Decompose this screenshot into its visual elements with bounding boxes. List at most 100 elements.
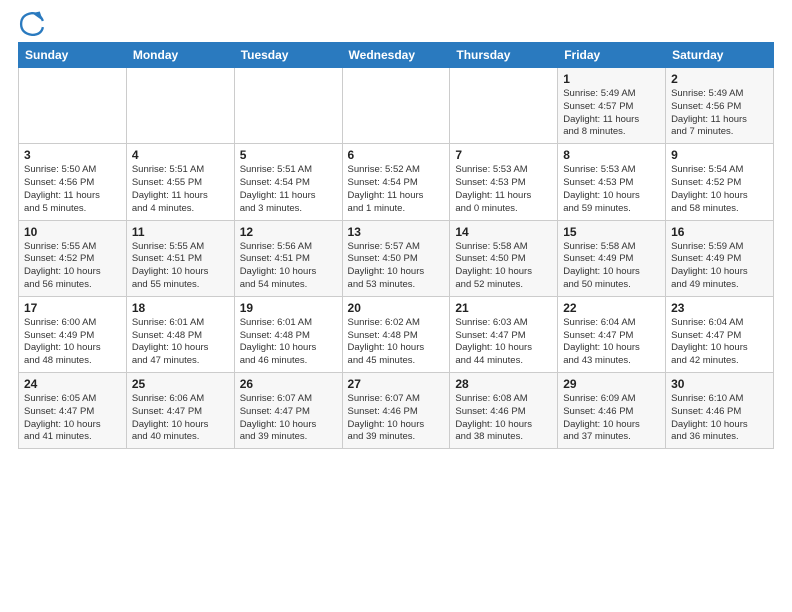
calendar-table: SundayMondayTuesdayWednesdayThursdayFrid… bbox=[18, 42, 774, 449]
day-info: Sunrise: 6:04 AM Sunset: 4:47 PM Dayligh… bbox=[671, 317, 768, 368]
day-cell: 15 Sunrise: 5:58 AM Sunset: 4:49 PM Dayli… bbox=[558, 220, 666, 296]
weekday-header-sunday: Sunday bbox=[19, 43, 127, 68]
day-cell: 7 Sunrise: 5:53 AM Sunset: 4:53 PM Daylig… bbox=[450, 144, 558, 220]
weekday-header-friday: Friday bbox=[558, 43, 666, 68]
day-info: Sunrise: 5:55 AM Sunset: 4:52 PM Dayligh… bbox=[24, 241, 121, 292]
day-info: Sunrise: 6:10 AM Sunset: 4:46 PM Dayligh… bbox=[671, 393, 768, 444]
day-number: 29 bbox=[563, 377, 660, 391]
day-number: 18 bbox=[132, 301, 229, 315]
day-cell: 8 Sunrise: 5:53 AM Sunset: 4:53 PM Daylig… bbox=[558, 144, 666, 220]
day-number: 26 bbox=[240, 377, 337, 391]
page: SundayMondayTuesdayWednesdayThursdayFrid… bbox=[0, 0, 792, 612]
day-cell: 12 Sunrise: 5:56 AM Sunset: 4:51 PM Dayli… bbox=[234, 220, 342, 296]
day-cell: 14 Sunrise: 5:58 AM Sunset: 4:50 PM Dayli… bbox=[450, 220, 558, 296]
day-cell: 13 Sunrise: 5:57 AM Sunset: 4:50 PM Dayli… bbox=[342, 220, 450, 296]
week-row-4: 17 Sunrise: 6:00 AM Sunset: 4:49 PM Dayli… bbox=[19, 296, 774, 372]
day-cell: 11 Sunrise: 5:55 AM Sunset: 4:51 PM Dayli… bbox=[126, 220, 234, 296]
day-info: Sunrise: 5:54 AM Sunset: 4:52 PM Dayligh… bbox=[671, 164, 768, 215]
weekday-header-thursday: Thursday bbox=[450, 43, 558, 68]
day-cell: 22 Sunrise: 6:04 AM Sunset: 4:47 PM Dayli… bbox=[558, 296, 666, 372]
day-cell: 10 Sunrise: 5:55 AM Sunset: 4:52 PM Dayli… bbox=[19, 220, 127, 296]
day-cell: 21 Sunrise: 6:03 AM Sunset: 4:47 PM Dayli… bbox=[450, 296, 558, 372]
day-cell: 18Sunrise: 6:01 AM Sunset: 4:48 PM Dayli… bbox=[126, 296, 234, 372]
week-row-1: 1 Sunrise: 5:49 AM Sunset: 4:57 PM Daylig… bbox=[19, 68, 774, 144]
day-info: Sunrise: 6:06 AM Sunset: 4:47 PM Dayligh… bbox=[132, 393, 229, 444]
day-info: Sunrise: 5:57 AM Sunset: 4:50 PM Dayligh… bbox=[348, 241, 445, 292]
day-cell: 26Sunrise: 6:07 AM Sunset: 4:47 PM Dayli… bbox=[234, 373, 342, 449]
day-cell bbox=[342, 68, 450, 144]
day-number: 13 bbox=[348, 225, 445, 239]
day-number: 9 bbox=[671, 148, 768, 162]
logo bbox=[18, 10, 50, 38]
day-info: Sunrise: 6:00 AM Sunset: 4:49 PM Dayligh… bbox=[24, 317, 121, 368]
day-cell: 19 Sunrise: 6:01 AM Sunset: 4:48 PM Dayli… bbox=[234, 296, 342, 372]
day-cell: 16 Sunrise: 5:59 AM Sunset: 4:49 PM Dayli… bbox=[666, 220, 774, 296]
day-number: 12 bbox=[240, 225, 337, 239]
day-cell: 4Sunrise: 5:51 AM Sunset: 4:55 PM Daylig… bbox=[126, 144, 234, 220]
header bbox=[18, 10, 774, 38]
week-row-5: 24 Sunrise: 6:05 AM Sunset: 4:47 PM Dayli… bbox=[19, 373, 774, 449]
day-info: Sunrise: 6:08 AM Sunset: 4:46 PM Dayligh… bbox=[455, 393, 552, 444]
weekday-header-wednesday: Wednesday bbox=[342, 43, 450, 68]
day-cell: 20Sunrise: 6:02 AM Sunset: 4:48 PM Dayli… bbox=[342, 296, 450, 372]
day-info: Sunrise: 6:09 AM Sunset: 4:46 PM Dayligh… bbox=[563, 393, 660, 444]
day-cell: 9 Sunrise: 5:54 AM Sunset: 4:52 PM Daylig… bbox=[666, 144, 774, 220]
day-cell: 1 Sunrise: 5:49 AM Sunset: 4:57 PM Daylig… bbox=[558, 68, 666, 144]
day-info: Sunrise: 6:05 AM Sunset: 4:47 PM Dayligh… bbox=[24, 393, 121, 444]
day-number: 8 bbox=[563, 148, 660, 162]
day-number: 28 bbox=[455, 377, 552, 391]
day-number: 23 bbox=[671, 301, 768, 315]
day-number: 7 bbox=[455, 148, 552, 162]
day-number: 17 bbox=[24, 301, 121, 315]
day-cell: 3Sunrise: 5:50 AM Sunset: 4:56 PM Daylig… bbox=[19, 144, 127, 220]
day-info: Sunrise: 6:07 AM Sunset: 4:46 PM Dayligh… bbox=[348, 393, 445, 444]
day-cell: 27 Sunrise: 6:07 AM Sunset: 4:46 PM Dayli… bbox=[342, 373, 450, 449]
day-cell: 25 Sunrise: 6:06 AM Sunset: 4:47 PM Dayli… bbox=[126, 373, 234, 449]
day-info: Sunrise: 6:02 AM Sunset: 4:48 PM Dayligh… bbox=[348, 317, 445, 368]
day-number: 19 bbox=[240, 301, 337, 315]
day-number: 4 bbox=[132, 148, 229, 162]
day-cell: 24 Sunrise: 6:05 AM Sunset: 4:47 PM Dayli… bbox=[19, 373, 127, 449]
day-info: Sunrise: 5:56 AM Sunset: 4:51 PM Dayligh… bbox=[240, 241, 337, 292]
day-number: 6 bbox=[348, 148, 445, 162]
day-number: 15 bbox=[563, 225, 660, 239]
day-info: Sunrise: 6:01 AM Sunset: 4:48 PM Dayligh… bbox=[240, 317, 337, 368]
day-info: Sunrise: 5:55 AM Sunset: 4:51 PM Dayligh… bbox=[132, 241, 229, 292]
day-cell bbox=[450, 68, 558, 144]
day-number: 25 bbox=[132, 377, 229, 391]
day-number: 2 bbox=[671, 72, 768, 86]
logo-icon bbox=[18, 10, 46, 38]
day-info: Sunrise: 5:58 AM Sunset: 4:49 PM Dayligh… bbox=[563, 241, 660, 292]
day-cell: 23 Sunrise: 6:04 AM Sunset: 4:47 PM Dayli… bbox=[666, 296, 774, 372]
day-cell: 29 Sunrise: 6:09 AM Sunset: 4:46 PM Dayli… bbox=[558, 373, 666, 449]
day-number: 14 bbox=[455, 225, 552, 239]
day-info: Sunrise: 6:04 AM Sunset: 4:47 PM Dayligh… bbox=[563, 317, 660, 368]
day-number: 21 bbox=[455, 301, 552, 315]
week-row-2: 3Sunrise: 5:50 AM Sunset: 4:56 PM Daylig… bbox=[19, 144, 774, 220]
day-info: Sunrise: 5:59 AM Sunset: 4:49 PM Dayligh… bbox=[671, 241, 768, 292]
day-cell: 5Sunrise: 5:51 AM Sunset: 4:54 PM Daylig… bbox=[234, 144, 342, 220]
week-row-3: 10 Sunrise: 5:55 AM Sunset: 4:52 PM Dayli… bbox=[19, 220, 774, 296]
day-info: Sunrise: 6:03 AM Sunset: 4:47 PM Dayligh… bbox=[455, 317, 552, 368]
day-number: 30 bbox=[671, 377, 768, 391]
day-info: Sunrise: 5:50 AM Sunset: 4:56 PM Dayligh… bbox=[24, 164, 121, 215]
weekday-header-saturday: Saturday bbox=[666, 43, 774, 68]
day-cell bbox=[234, 68, 342, 144]
day-info: Sunrise: 5:53 AM Sunset: 4:53 PM Dayligh… bbox=[455, 164, 552, 215]
day-info: Sunrise: 5:58 AM Sunset: 4:50 PM Dayligh… bbox=[455, 241, 552, 292]
day-number: 11 bbox=[132, 225, 229, 239]
day-cell: 30 Sunrise: 6:10 AM Sunset: 4:46 PM Dayli… bbox=[666, 373, 774, 449]
day-number: 1 bbox=[563, 72, 660, 86]
day-number: 16 bbox=[671, 225, 768, 239]
day-number: 22 bbox=[563, 301, 660, 315]
weekday-header-tuesday: Tuesday bbox=[234, 43, 342, 68]
day-cell bbox=[19, 68, 127, 144]
day-number: 24 bbox=[24, 377, 121, 391]
day-cell: 2Sunrise: 5:49 AM Sunset: 4:56 PM Daylig… bbox=[666, 68, 774, 144]
day-info: Sunrise: 5:49 AM Sunset: 4:57 PM Dayligh… bbox=[563, 88, 660, 139]
day-number: 27 bbox=[348, 377, 445, 391]
day-number: 10 bbox=[24, 225, 121, 239]
day-info: Sunrise: 5:52 AM Sunset: 4:54 PM Dayligh… bbox=[348, 164, 445, 215]
day-info: Sunrise: 5:53 AM Sunset: 4:53 PM Dayligh… bbox=[563, 164, 660, 215]
day-cell bbox=[126, 68, 234, 144]
